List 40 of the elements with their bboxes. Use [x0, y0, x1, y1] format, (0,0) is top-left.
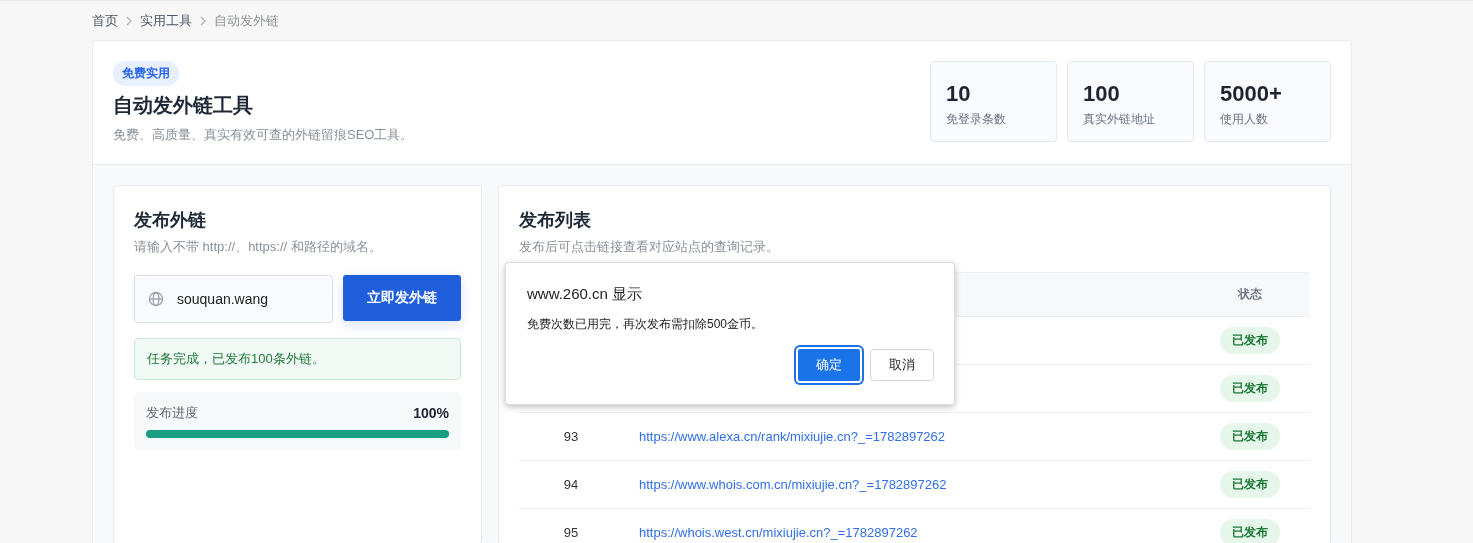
page-title: 自动发外链工具 — [113, 93, 254, 118]
stat-label: 使用人数 — [1220, 111, 1269, 128]
chevron-icon — [124, 16, 134, 26]
page-subtitle: 免费、高质量、真实有效可查的外链留痕SEO工具。 — [113, 126, 414, 144]
globe-icon — [148, 291, 164, 307]
stat-label: 真实外链地址 — [1083, 111, 1156, 128]
row-number: 93 — [562, 429, 580, 444]
dialog-message: 免费次数已用完，再次发布需扣除500金币。 — [527, 316, 765, 333]
dialog-title: www.260.cn 显示 — [527, 285, 644, 304]
status-badge: 已发布 — [1220, 375, 1280, 402]
domain-field[interactable]: souquan.wang — [134, 275, 333, 323]
card-hint: 请输入不带 http://、https:// 和路径的域名。 — [134, 238, 383, 256]
card-title: 发布列表 — [519, 209, 592, 232]
breadcrumb-link[interactable]: 实用工具 — [140, 12, 192, 30]
status-badge: 已发布 — [1220, 423, 1280, 450]
row-number: 94 — [562, 477, 580, 492]
publish-button[interactable]: 立即发外链 — [343, 275, 461, 321]
status-badge: 已发布 — [1220, 471, 1280, 498]
column-header: 状态 — [1236, 286, 1263, 303]
stat-value: 10 — [946, 81, 972, 107]
card-subtitle: 发布后可点击链接查看对应站点的查询记录。 — [519, 238, 780, 256]
success-alert: 任务完成，已发布100条外链。 — [134, 338, 461, 380]
breadcrumb-link[interactable]: 首页 — [92, 12, 118, 30]
status-badge: 已发布 — [1220, 519, 1280, 543]
chevron-icon — [198, 16, 208, 26]
dialog-button[interactable]: 确定 — [796, 347, 862, 383]
progress-reading: 100% — [413, 405, 449, 421]
stat-value: 100 — [1083, 81, 1121, 107]
stat-label: 免登录条数 — [946, 111, 1007, 128]
record-link[interactable]: https://whois.west.cn/mixiujie.cn?_=1782897262 — [639, 525, 918, 540]
record-link[interactable]: https://www.whois.com.cn/mixiujie.cn?_=1782897262 — [639, 477, 947, 492]
dialog-button[interactable]: 取消 — [870, 349, 934, 381]
card-title: 发布外链 — [134, 209, 207, 232]
progress-label: 发布进度 — [146, 404, 198, 422]
row-number: 95 — [562, 525, 580, 540]
stat-value: 5000+ — [1220, 81, 1283, 107]
free-badge: 免费实用 — [113, 61, 179, 86]
breadcrumb-link[interactable]: 自动发外链 — [214, 12, 279, 30]
record-link[interactable]: https://www.alexa.cn/rank/mixiujie.cn?_=1782897262 — [639, 429, 946, 444]
status-badge: 已发布 — [1220, 327, 1280, 354]
